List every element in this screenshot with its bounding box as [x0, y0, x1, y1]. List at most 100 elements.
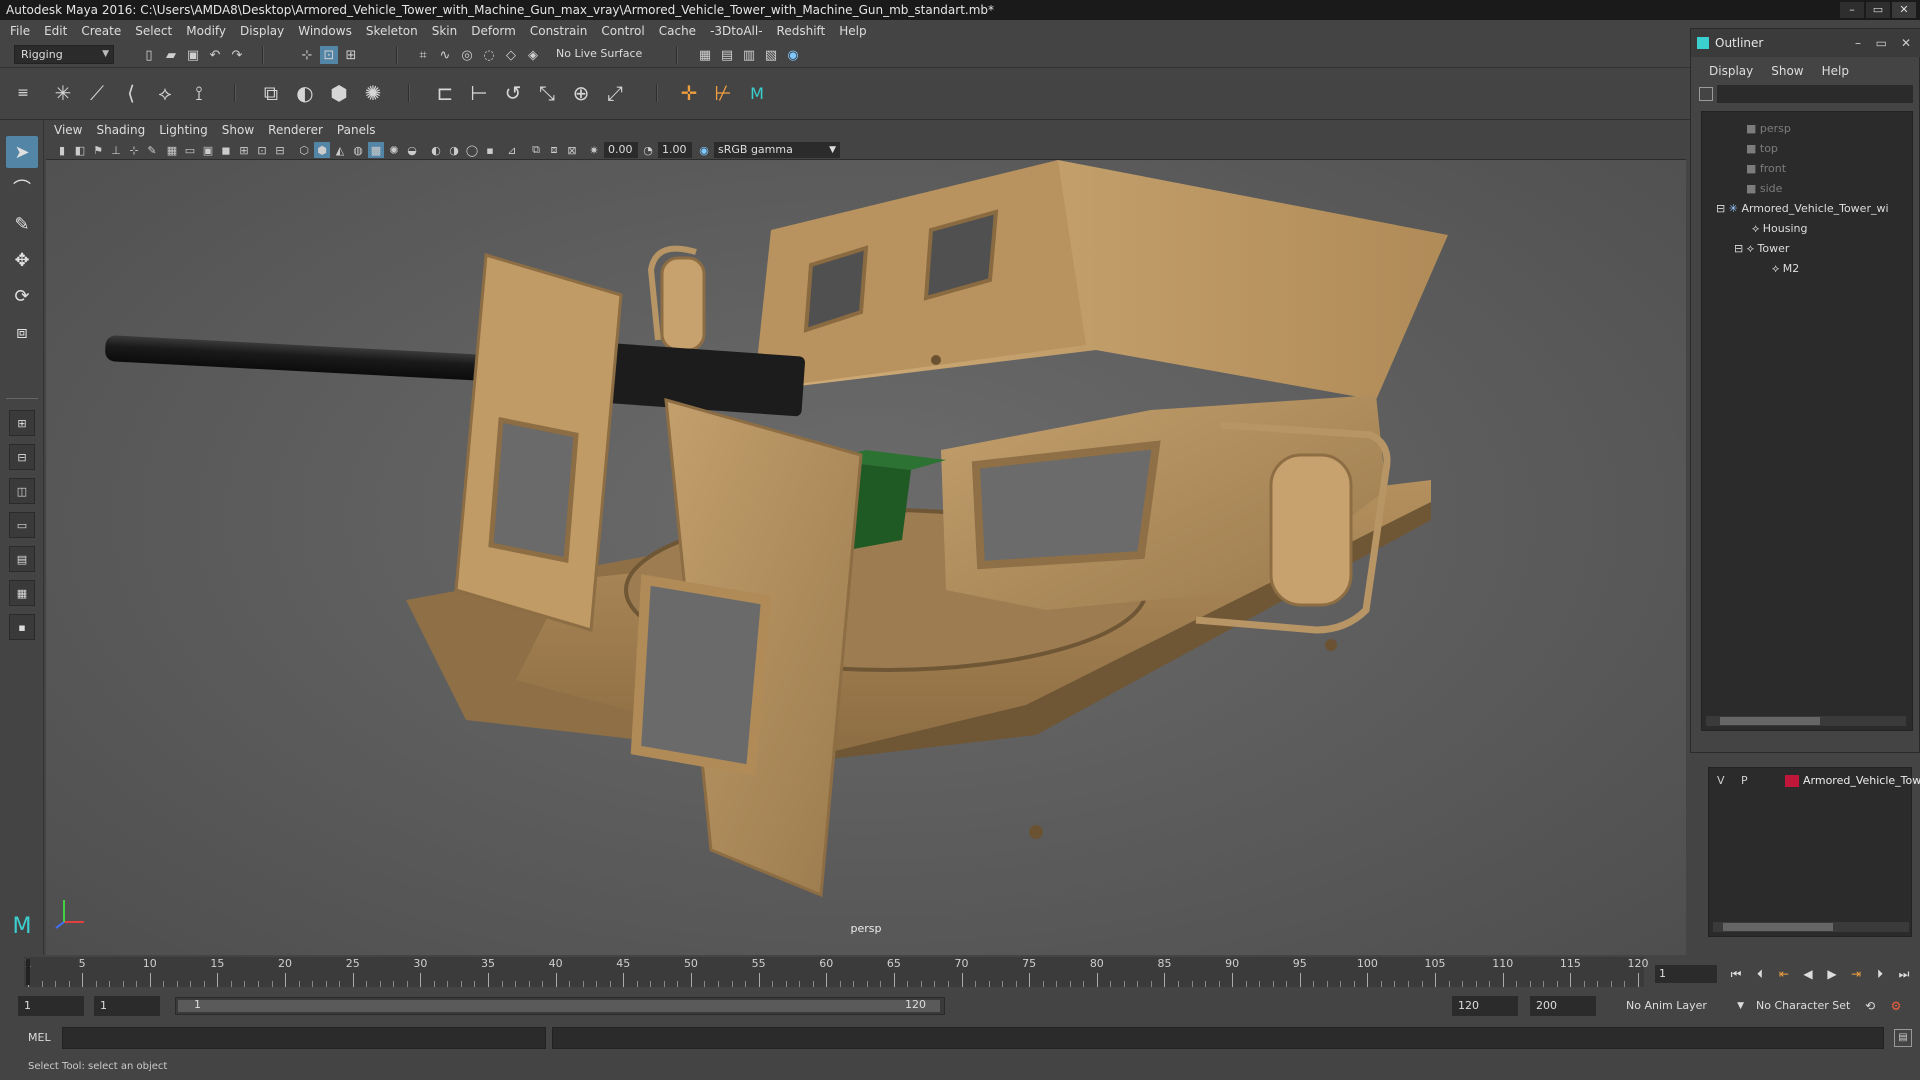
- bookmark-icon[interactable]: ⚑: [90, 142, 106, 158]
- scale-tool-icon[interactable]: ⧈: [6, 316, 38, 348]
- minimize-button[interactable]: –: [1840, 2, 1864, 18]
- outliner-menu-display[interactable]: Display: [1709, 61, 1753, 81]
- exposure-field[interactable]: 0.00: [604, 142, 638, 158]
- play-forwards-icon[interactable]: ▶: [1822, 964, 1842, 984]
- menu-select[interactable]: Select: [135, 24, 172, 38]
- render-view-icon[interactable]: ▧: [762, 46, 780, 64]
- display-layer-row[interactable]: V P Armored_Vehicle_Towe: [1709, 772, 1920, 790]
- go-to-start-icon[interactable]: ⏮: [1726, 964, 1746, 984]
- safe-action-icon[interactable]: ⊡: [254, 142, 270, 158]
- step-forward-frame-icon[interactable]: ⏵: [1870, 964, 1890, 984]
- gamma-field[interactable]: 1.00: [658, 142, 692, 158]
- mel-label[interactable]: MEL: [28, 1031, 51, 1044]
- gamma-icon[interactable]: ◔: [640, 142, 656, 158]
- cluster-icon[interactable]: ✺: [358, 78, 388, 108]
- paint-select-tool-icon[interactable]: ✎: [6, 208, 38, 240]
- set-driven-key-icon[interactable]: ⊬: [708, 78, 738, 108]
- menu-windows[interactable]: Windows: [298, 24, 352, 38]
- hud-icon[interactable]: ⊠: [564, 142, 580, 158]
- anim-layer-dropdown[interactable]: No Anim Layer ▼: [1620, 996, 1746, 1016]
- menu-constrain[interactable]: Constrain: [530, 24, 588, 38]
- locator-icon[interactable]: ✛: [674, 78, 704, 108]
- joint-tool-icon[interactable]: ✳: [48, 78, 78, 108]
- panel-menu-shading[interactable]: Shading: [96, 123, 145, 137]
- range-slider[interactable]: 1 120: [175, 997, 945, 1015]
- menu-skin[interactable]: Skin: [432, 24, 458, 38]
- grid-toggle-icon[interactable]: ▦: [164, 142, 180, 158]
- image-plane-icon[interactable]: ⊥: [108, 142, 124, 158]
- maximize-button[interactable]: ▭: [1866, 2, 1890, 18]
- undo-icon[interactable]: ↶: [206, 46, 224, 64]
- custom-layout-icon[interactable]: ▪: [9, 614, 35, 640]
- ambient-occlusion-icon[interactable]: ◐: [428, 142, 444, 158]
- menuset-dropdown[interactable]: Rigging ▼: [14, 45, 114, 64]
- wireframe-icon[interactable]: ⬡: [296, 142, 312, 158]
- menu-display[interactable]: Display: [240, 24, 284, 38]
- lasso-tool-icon[interactable]: ⌒: [6, 172, 38, 204]
- play-backwards-icon[interactable]: ◀: [1798, 964, 1818, 984]
- scrollbar-thumb[interactable]: [1723, 923, 1833, 931]
- four-view-layout-icon[interactable]: ⊟: [9, 444, 35, 470]
- rotate-tool-icon[interactable]: ⟳: [6, 280, 38, 312]
- select-hierarchy-icon[interactable]: ⊹: [298, 46, 316, 64]
- outliner-item-front[interactable]: ■ front: [1746, 160, 1786, 178]
- redo-icon[interactable]: ↷: [228, 46, 246, 64]
- 2d-pan-zoom-icon[interactable]: ⊹: [126, 142, 142, 158]
- playback-start-field[interactable]: 1: [94, 996, 160, 1016]
- step-forward-key-icon[interactable]: ⇥: [1846, 964, 1866, 984]
- layer-visible-toggle[interactable]: V: [1717, 772, 1725, 790]
- outliner-item-side[interactable]: ■ side: [1746, 180, 1782, 198]
- lights-icon[interactable]: ✺: [386, 142, 402, 158]
- menu-file[interactable]: File: [10, 24, 30, 38]
- outliner-menu-show[interactable]: Show: [1771, 61, 1803, 81]
- humanik-icon[interactable]: ⟟: [184, 78, 214, 108]
- outliner-item-persp[interactable]: ■ persp: [1746, 120, 1791, 138]
- panel-menu-show[interactable]: Show: [222, 123, 254, 137]
- horizontal-scrollbar[interactable]: [1706, 716, 1906, 726]
- step-back-key-icon[interactable]: ⇤: [1774, 964, 1794, 984]
- xray-active-icon[interactable]: ⧈: [546, 142, 562, 158]
- minimize-icon[interactable]: –: [1855, 29, 1861, 57]
- animation-start-field[interactable]: 1: [18, 996, 84, 1016]
- menu-create[interactable]: Create: [81, 24, 121, 38]
- xray-joints-icon[interactable]: ⧉: [528, 142, 544, 158]
- aim-constraint-icon[interactable]: ⊕: [566, 78, 596, 108]
- smooth-shade-icon[interactable]: ⬢: [314, 142, 330, 158]
- ik-spline-icon[interactable]: ⟨: [116, 78, 146, 108]
- go-to-end-icon[interactable]: ⏭: [1894, 964, 1914, 984]
- persp-outliner-layout-icon[interactable]: ▭: [9, 512, 35, 538]
- time-ruler[interactable]: 1510152025303540455055606570758085909510…: [24, 957, 1649, 987]
- bind-skin-icon[interactable]: ⧉: [256, 78, 286, 108]
- move-tool-icon[interactable]: ✥: [6, 244, 38, 276]
- gate-mask-icon[interactable]: ◼: [218, 142, 234, 158]
- camera-attributes-icon[interactable]: ◧: [72, 142, 88, 158]
- perspective-viewport[interactable]: persp: [46, 160, 1686, 955]
- scale-constraint-icon[interactable]: ⤡: [532, 78, 562, 108]
- menu-control[interactable]: Control: [601, 24, 644, 38]
- orient-constraint-icon[interactable]: ↺: [498, 78, 528, 108]
- horizontal-scrollbar[interactable]: [1713, 922, 1909, 932]
- snap-curve-icon[interactable]: ∿: [436, 46, 454, 64]
- menu-edit[interactable]: Edit: [44, 24, 67, 38]
- current-frame-field[interactable]: 1: [1655, 965, 1717, 983]
- snap-vertex-icon[interactable]: ◈: [524, 46, 542, 64]
- pole-vector-icon[interactable]: ⤢: [600, 78, 630, 108]
- character-set-dropdown[interactable]: No Character Set: [1750, 996, 1868, 1016]
- animation-preferences-icon[interactable]: ⚙: [1886, 996, 1906, 1016]
- camera-select-icon[interactable]: ▮: [54, 142, 70, 158]
- menu-cache[interactable]: Cache: [659, 24, 696, 38]
- panel-menu-renderer[interactable]: Renderer: [268, 123, 323, 137]
- smooth-skin-icon[interactable]: ◐: [290, 78, 320, 108]
- panel-menu-view[interactable]: View: [54, 123, 82, 137]
- hypershade-layout-icon[interactable]: ▦: [9, 580, 35, 606]
- animation-end-field[interactable]: 200: [1530, 996, 1596, 1016]
- insert-joint-icon[interactable]: ⟡: [150, 78, 180, 108]
- range-slider-thumb[interactable]: 1 120: [178, 998, 940, 1012]
- collapse-icon[interactable]: ⊟: [1734, 242, 1747, 255]
- live-surface-field[interactable]: No Live Surface: [550, 45, 658, 64]
- select-object-icon[interactable]: ⊡: [320, 46, 338, 64]
- outliner-search-input[interactable]: [1717, 85, 1913, 103]
- outliner-item-top[interactable]: ■ top: [1746, 140, 1778, 158]
- isolate-select-icon[interactable]: ⊿: [504, 142, 520, 158]
- shelf-menu-icon[interactable]: ≡: [8, 78, 38, 108]
